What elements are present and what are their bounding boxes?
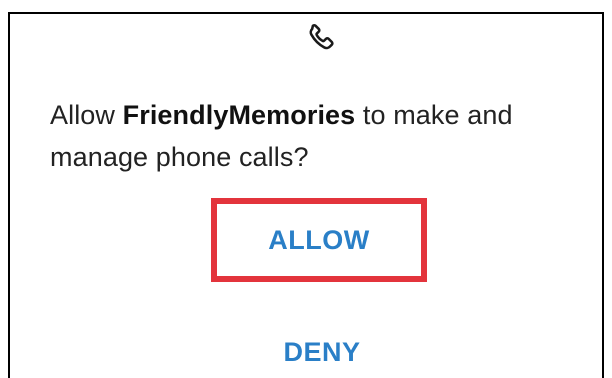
allow-button[interactable]: ALLOW bbox=[211, 198, 427, 282]
deny-button[interactable]: DENY bbox=[260, 330, 384, 374]
message-line2: manage phone calls? bbox=[50, 142, 309, 172]
message-prefix: Allow bbox=[50, 100, 123, 130]
dialog-border-left bbox=[8, 12, 10, 378]
permission-message: Allow FriendlyMemories to make and manag… bbox=[50, 94, 580, 178]
app-name: FriendlyMemories bbox=[122, 100, 356, 130]
dialog-border-top bbox=[8, 12, 604, 14]
permission-dialog: Allow FriendlyMemories to make and manag… bbox=[0, 0, 612, 378]
dialog-border-right bbox=[602, 12, 604, 378]
message-suffix: to make and bbox=[355, 100, 513, 130]
phone-icon bbox=[303, 21, 339, 57]
